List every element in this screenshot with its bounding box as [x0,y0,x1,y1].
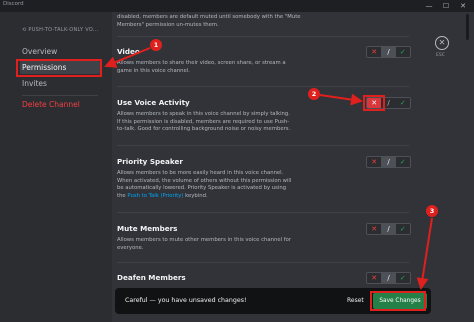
deny-icon[interactable]: ✕ [367,224,382,234]
deny-icon[interactable]: ✕ [367,157,382,167]
minimize-icon[interactable]: — [422,0,436,12]
neutral-icon[interactable]: / [381,273,396,283]
allow-icon[interactable]: ✓ [395,273,410,283]
sidebar-item-overview[interactable]: Overview [20,45,100,58]
push-to-talk-priority-link[interactable]: Push to Talk (Priority) [127,193,183,199]
sidebar-divider [22,95,98,96]
permission-title-priority-speaker: Priority Speaker [117,157,183,166]
annotation-box-permissions [16,59,102,77]
top-desc-line2: Members" permission un-mutes them. [117,21,219,28]
permission-desc-mute-members: Allows members to mute other members in … [117,237,292,251]
neutral-icon[interactable]: / [381,47,396,57]
permission-divider [117,262,409,263]
permission-toggle-deafen-members: ✕ / ✓ [366,272,411,284]
annotation-box-deny-toggle [363,95,385,111]
window-title-bar: Discord — ☐ ✕ [0,0,474,12]
permission-desc-priority-speaker: Allows members to be more easily heard i… [117,170,293,200]
sidebar-item-invites[interactable]: Invites [20,77,100,90]
permission-toggle-video: ✕ / ✓ [366,46,411,58]
permission-description-top: disabled, members are default muted unti… [117,14,317,29]
permission-title-use-voice-activity: Use Voice Activity [117,98,190,107]
maximize-icon[interactable]: ☐ [439,0,453,12]
top-desc-line1: disabled, members are default muted unti… [117,14,301,20]
close-window-icon[interactable]: ✕ [456,0,470,12]
neutral-icon[interactable]: / [381,157,396,167]
unsaved-changes-message: Careful — you have unsaved changes! [125,297,247,304]
allow-icon[interactable]: ✓ [395,98,410,108]
permission-title-video: Video [117,47,140,56]
permission-toggle-mute-members: ✕ / ✓ [366,223,411,235]
permission-toggle-priority-speaker: ✕ / ✓ [366,156,411,168]
allow-icon[interactable]: ✓ [395,157,410,167]
deny-icon[interactable]: ✕ [367,273,382,283]
app-name: Discord [3,1,24,7]
esc-label: ESC [436,53,445,58]
permission-desc-video: Allows members to share their video, scr… [117,60,286,74]
permission-divider [117,145,409,146]
permission-title-deafen-members: Deafen Members [117,273,186,282]
permission-divider [117,86,409,87]
annotation-step-1: 1 [150,39,162,51]
scrollbar-thumb[interactable] [466,14,469,40]
permission-desc-use-voice-activity: Allows members to speak in this voice ch… [117,111,291,133]
neutral-icon[interactable]: / [381,224,396,234]
annotation-step-2: 2 [308,88,320,100]
deny-icon[interactable]: ✕ [367,47,382,57]
permission-divider [117,36,409,37]
annotation-box-save-button [370,291,426,311]
close-settings-icon[interactable]: ✕ [435,36,449,50]
priority-desc-tail: keybind. [183,192,208,199]
allow-icon[interactable]: ✓ [395,47,410,57]
permission-divider [117,212,409,213]
sidebar-item-delete-channel[interactable]: Delete Channel [20,98,100,111]
annotation-step-3: 3 [426,205,438,217]
reset-button[interactable]: Reset [347,297,364,304]
allow-icon[interactable]: ✓ [395,224,410,234]
channel-header: ⟲ PUSH-TO-TALK-ONLY VO... [22,27,99,33]
permission-title-mute-members: Mute Members [117,224,178,233]
